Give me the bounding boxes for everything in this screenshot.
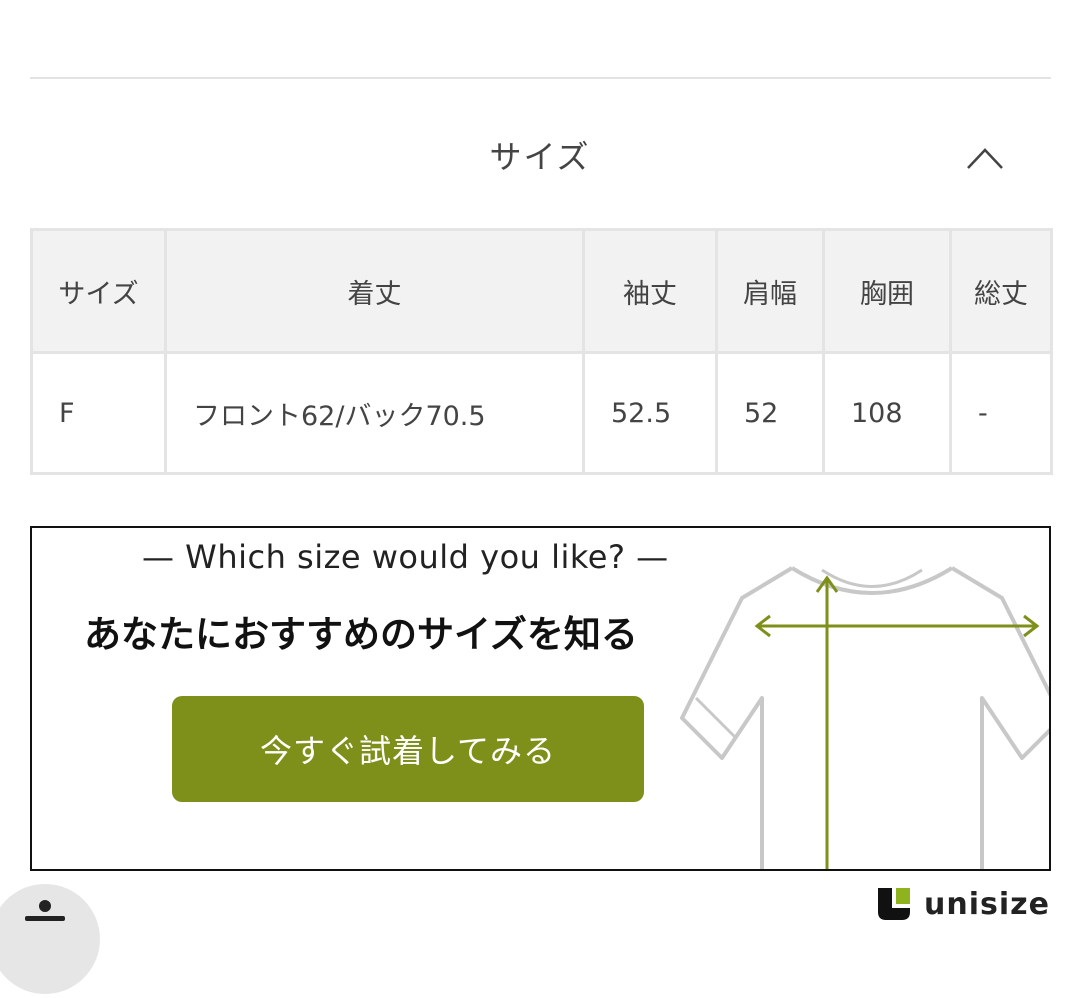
cell-total-length: - <box>949 351 1053 475</box>
accessibility-button[interactable] <box>0 884 100 994</box>
header-size: サイズ <box>30 228 167 354</box>
header-length: 着丈 <box>164 228 585 354</box>
tshirt-illustration <box>680 566 1049 869</box>
brand-logo: unisize <box>876 884 1050 924</box>
cell-sleeve: 52.5 <box>582 351 718 475</box>
try-on-button[interactable]: 今すぐ試着してみる <box>172 696 644 802</box>
chevron-up-icon[interactable] <box>965 142 1005 172</box>
header-sleeve: 袖丈 <box>582 228 718 354</box>
header-total-length: 総丈 <box>949 228 1053 354</box>
section-title: サイズ <box>489 138 591 176</box>
table-row: F フロント62/バック70.5 52.5 52 108 - <box>30 351 1053 475</box>
unisize-logo-icon <box>878 888 911 920</box>
banner-title: あなたにおすすめのサイズを知る <box>84 613 638 656</box>
cell-size: F <box>30 351 167 475</box>
section-divider <box>30 77 1051 79</box>
header-shoulder: 肩幅 <box>715 228 825 354</box>
accessibility-icon <box>25 900 65 921</box>
size-table: サイズ 着丈 袖丈 肩幅 胸囲 総丈 F フロント62/バック70.5 52.5… <box>30 228 1053 475</box>
cell-chest: 108 <box>822 351 952 475</box>
table-header-row: サイズ 着丈 袖丈 肩幅 胸囲 総丈 <box>30 228 1053 354</box>
size-recommendation-banner[interactable]: — Which size would you like? — あなたにおすすめの… <box>30 526 1051 871</box>
cell-length: フロント62/バック70.5 <box>164 351 585 475</box>
brand-name: unisize <box>924 886 1050 922</box>
header-chest: 胸囲 <box>822 228 952 354</box>
cell-shoulder: 52 <box>715 351 825 475</box>
banner-subtitle: — Which size would you like? — <box>142 538 669 576</box>
